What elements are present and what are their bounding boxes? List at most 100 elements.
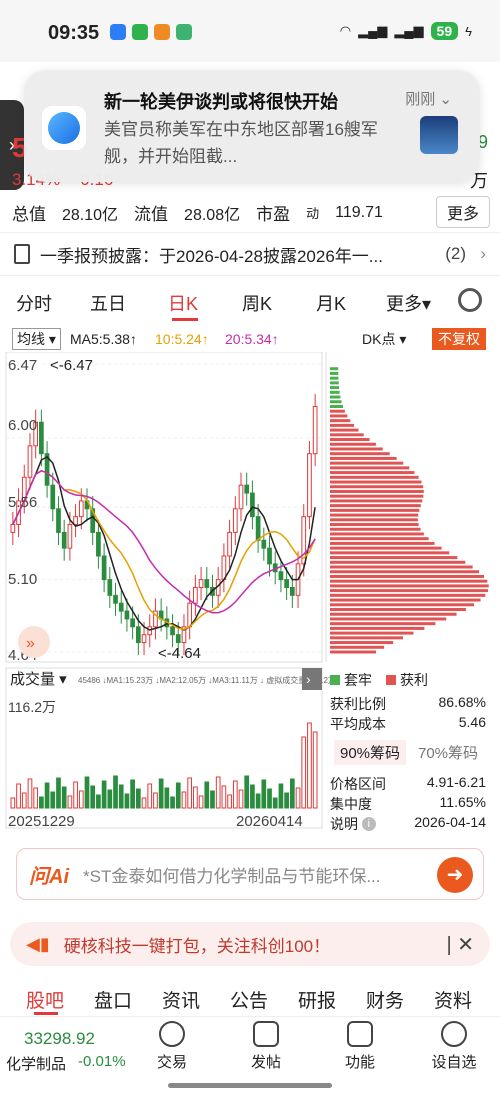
candle-body [101, 555, 107, 581]
date-end: 20260414 [236, 813, 303, 830]
tab-daily-k[interactable]: 日K [168, 290, 198, 316]
chip-bar [330, 395, 341, 399]
volume-bar [147, 783, 153, 809]
trade-button[interactable]: 交易 [142, 1021, 202, 1072]
indicator-selector[interactable]: 均线 ▾ [12, 328, 61, 350]
chip-bar [330, 612, 457, 616]
y-tick-510: 5.10 [8, 571, 37, 588]
index-name[interactable]: 化学制品 [6, 1053, 66, 1074]
chip-bar [330, 433, 364, 437]
kline-chart-area[interactable]: 6.47 <-6.47 6.00 5.56 5.10 4.64 <-4.64 »… [0, 351, 500, 834]
volume-bar [67, 795, 73, 809]
chip-bar [330, 390, 340, 394]
candle-body [118, 602, 124, 612]
gear-icon[interactable] [458, 288, 482, 312]
valuation-metrics: 总值 28.10亿 流值 28.08亿 市盈 动 119.71 [12, 200, 383, 225]
post-button[interactable]: 发帖 [236, 1021, 296, 1072]
chip-bar [330, 617, 447, 621]
volume-bar [124, 793, 130, 809]
volume-bar [295, 787, 301, 809]
profit-swatch [386, 675, 396, 685]
tab-research[interactable]: 研报 [298, 986, 336, 1013]
chip-bar [330, 447, 383, 451]
volume-bar [255, 793, 261, 809]
tab-intraday[interactable]: 分时 [16, 290, 52, 316]
tab-more[interactable]: 更多▾ [386, 290, 431, 316]
chip-bar [330, 452, 390, 456]
promo-banner[interactable]: ◀▮ 硬核科技一键打包，关注科创100！ | ✕ [10, 922, 490, 966]
total-value: 28.10亿 [62, 206, 119, 224]
volume-bar [170, 796, 175, 809]
volume-panel-toggle[interactable] [302, 668, 322, 690]
dk-selector[interactable]: DK点 ▾ [362, 329, 406, 349]
chip-bar [330, 541, 435, 545]
candle-body [170, 626, 175, 636]
tab-announcements[interactable]: 公告 [230, 986, 268, 1013]
bottom-toolbar: 33298.92 化学制品 -0.01% 交易 发帖 功能 设自选 [0, 1016, 500, 1078]
volume-bar [244, 775, 250, 809]
tab-weekly-k[interactable]: 周K [242, 290, 272, 316]
app-icon [110, 24, 126, 40]
chip-90-button[interactable]: 90%筹码 [334, 740, 407, 765]
more-metrics-button[interactable]: 更多 [435, 196, 490, 228]
volume-bar [21, 792, 27, 809]
close-icon[interactable]: | ✕ [446, 932, 474, 957]
candle-body [56, 508, 61, 533]
volume-bar [130, 779, 135, 809]
active-tab-indicator [34, 1012, 58, 1015]
ma-row: 均线 ▾ MA5:5.38↑ 10:5.24↑ 20:5.34↑ DK点 ▾ 不… [0, 326, 500, 352]
chip-70-button[interactable]: 70%筹码 [412, 740, 484, 765]
tab-finance[interactable]: 财务 [366, 986, 404, 1013]
tab-profile[interactable]: 资料 [434, 986, 472, 1013]
volume-bar [227, 794, 232, 809]
volume-bar [56, 777, 61, 809]
arrow-right-icon[interactable]: ➜ [437, 857, 473, 893]
volume-bar [50, 791, 56, 809]
candle-body [141, 634, 147, 644]
candle-body [130, 618, 135, 628]
status-bar: 09:35 ◠ ▂▄▆ ▂▄▆ 59 ϟ [0, 0, 500, 62]
app-icon [176, 24, 192, 40]
chip-bar [330, 570, 480, 574]
trapped-swatch [330, 675, 340, 685]
announcement-count: (2) [445, 244, 466, 263]
volume-bar [61, 786, 67, 809]
candle-body [39, 421, 44, 455]
notification-thumbnail [420, 116, 458, 154]
chip-bar [330, 556, 458, 560]
chip-bar [330, 466, 410, 470]
volume-bar [232, 780, 238, 809]
candle-body [238, 484, 244, 510]
chip-bar [330, 404, 343, 408]
chip-bar [330, 456, 397, 460]
candle-body [204, 579, 210, 588]
ai-prompt-bar[interactable]: 问Ai *ST金泰如何借力化学制品与节能环保... ➜ [16, 848, 484, 900]
info-icon: i [361, 817, 376, 831]
volume-selector[interactable]: 成交量 ▾ [10, 670, 67, 688]
volume-bar [84, 776, 90, 809]
push-notification[interactable]: 新一轮美伊谈判或将很快开始 刚刚 ⌄ 美官员称美军在中东地区部署16艘军舰，并开… [24, 70, 480, 182]
tab-news[interactable]: 资讯 [162, 986, 200, 1013]
notification-time: 刚刚 ⌄ [405, 91, 452, 108]
volume-bar [215, 776, 221, 809]
chip-bar [330, 371, 339, 375]
candle-body [78, 500, 84, 518]
tab-guba[interactable]: 股吧 [26, 986, 64, 1013]
y-tick-600: 6.00 [8, 417, 37, 434]
volume-bar [158, 778, 164, 809]
tab-pankou[interactable]: 盘口 [94, 986, 132, 1013]
chip-bar [330, 513, 419, 517]
promo-text: 硬核科技一键打包，关注科创100！ [63, 936, 331, 956]
volume-bar [10, 797, 16, 809]
announcement-bar[interactable]: 一季报预披露：于2026-04-28披露2026年一... (2) › [0, 232, 500, 276]
note-label[interactable]: 说明 i [330, 814, 376, 834]
volume-bar [73, 781, 78, 809]
functions-button[interactable]: 功能 [330, 1021, 390, 1072]
tab-five-day[interactable]: 五日 [90, 290, 126, 316]
tab-monthly-k[interactable]: 月K [316, 290, 346, 316]
adjust-toggle[interactable]: 不复权 [432, 328, 486, 350]
watchlist-button[interactable]: 设自选 [424, 1021, 484, 1072]
total-value-label: 总值 [12, 205, 46, 224]
more-dots-icon [441, 1021, 467, 1047]
legend-profit: 获利 [400, 672, 428, 688]
